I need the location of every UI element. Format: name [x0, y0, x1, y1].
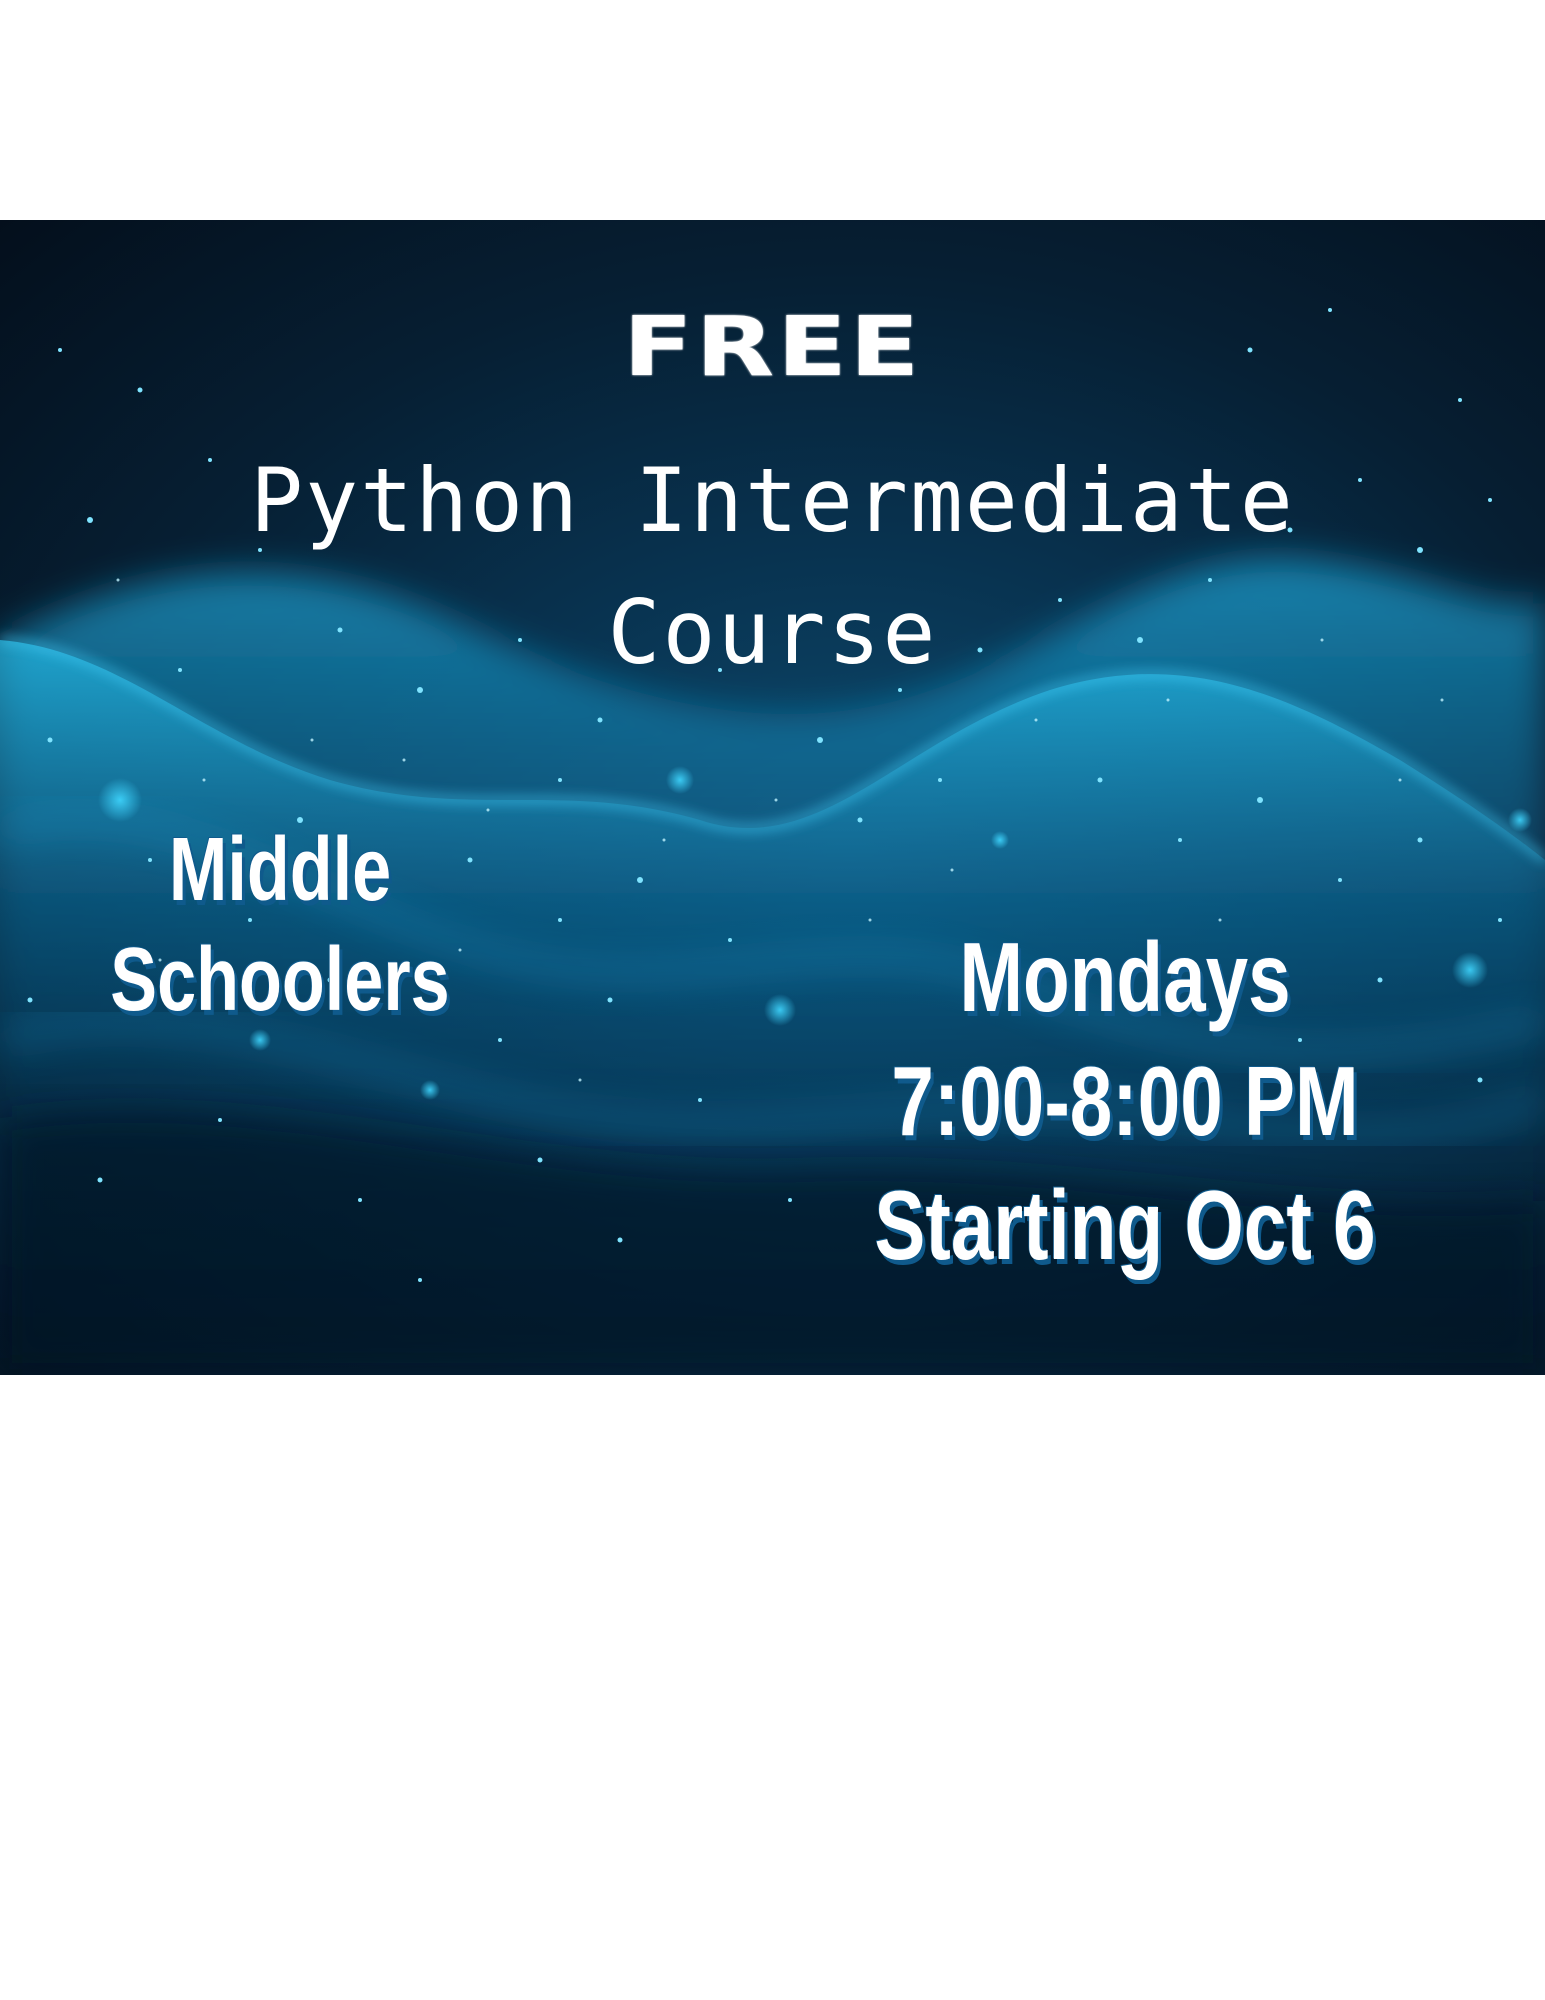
- free-headline: FREE: [623, 300, 922, 395]
- course-title: Python Intermediate Course: [0, 435, 1545, 699]
- course-title-line-2: Course: [607, 581, 938, 684]
- audience-line-2: Schoolers: [110, 930, 450, 1030]
- audience-text: Middle Schoolers: [93, 815, 467, 1035]
- schedule-block: Mondays 7:00-8:00 PM Starting Oct 6: [872, 915, 1379, 1287]
- schedule-time: 7:00-8:00 PM: [891, 1046, 1359, 1156]
- schedule-day: Mondays: [959, 922, 1291, 1032]
- audience-line-1: Middle: [168, 820, 392, 920]
- flyer-poster: FREE Python Intermediate Course Middle S…: [0, 220, 1545, 1375]
- course-title-line-1: Python Intermediate: [250, 449, 1295, 552]
- schedule-start-date: Starting Oct 6: [874, 1170, 1376, 1280]
